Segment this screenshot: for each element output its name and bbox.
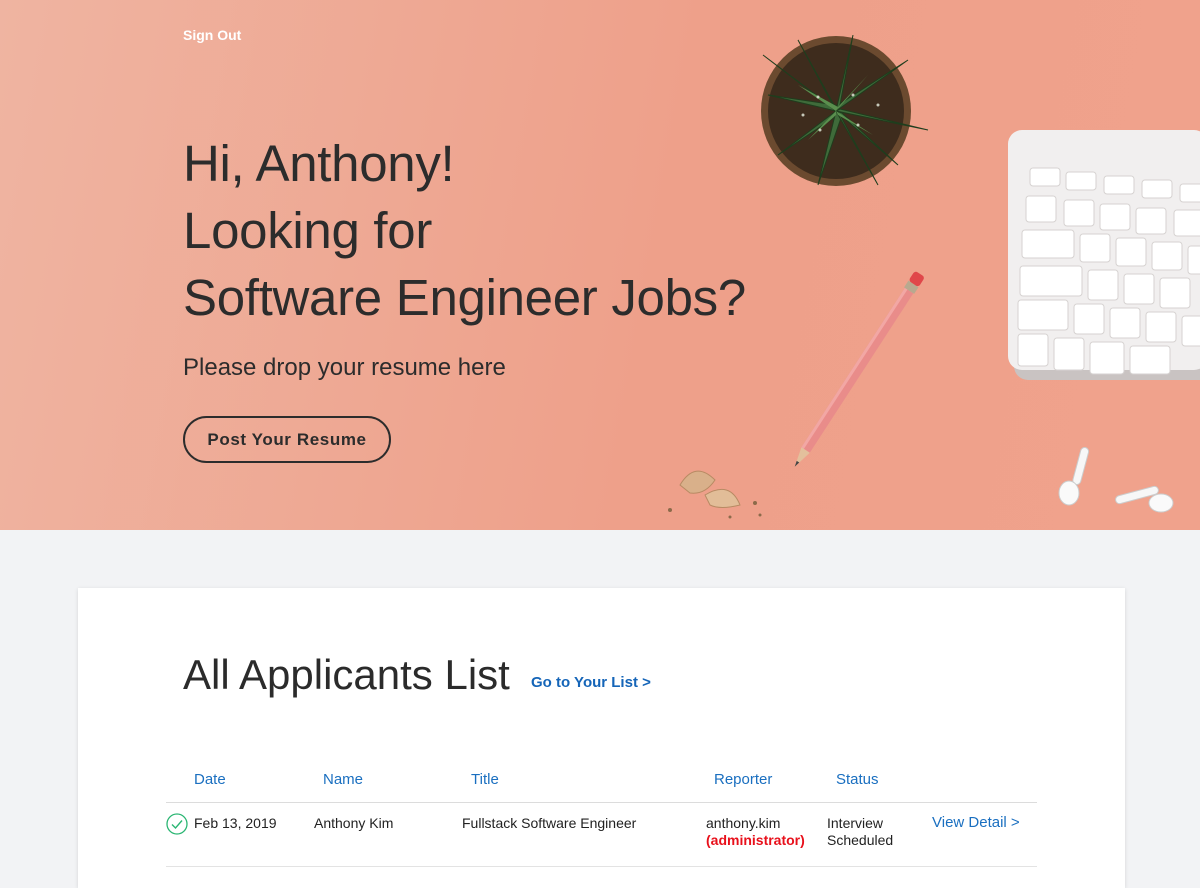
pencil-shavings-image (668, 470, 762, 519)
hero-banner: Sign Out Hi, Anthony! Looking for Softwa… (0, 0, 1200, 530)
pencil-image (794, 271, 924, 467)
go-to-your-list-link[interactable]: Go to Your List > (531, 674, 651, 691)
check-circle-icon (166, 813, 188, 835)
column-header-reporter[interactable]: Reporter (714, 771, 772, 788)
table-row-divider (166, 866, 1037, 867)
post-resume-button[interactable]: Post Your Resume (183, 416, 391, 463)
status-line-2: Scheduled (827, 832, 894, 848)
cell-reporter: anthony.kim (administrator) (706, 815, 805, 849)
cell-status: Interview Scheduled (827, 815, 893, 849)
cell-date: Feb 13, 2019 (194, 815, 277, 831)
column-header-title[interactable]: Title (471, 771, 499, 788)
sign-out-link[interactable]: Sign Out (183, 27, 241, 43)
airpods-image (1058, 446, 1174, 513)
headline-line-2: Looking for (183, 202, 433, 259)
hero-headline: Hi, Anthony! Looking for Software Engine… (183, 130, 746, 331)
column-header-status[interactable]: Status (836, 771, 879, 788)
column-header-name[interactable]: Name (323, 771, 363, 788)
headline-line-3: Software Engineer Jobs? (183, 269, 746, 326)
column-header-date[interactable]: Date (194, 771, 226, 788)
headline-line-1: Hi, Anthony! (183, 135, 455, 192)
hero-subline: Please drop your resume here (183, 354, 506, 381)
cell-title: Fullstack Software Engineer (462, 815, 637, 831)
keyboard-image (1008, 130, 1200, 380)
status-line-1: Interview (827, 815, 884, 831)
succulent-plant-image (761, 35, 929, 186)
applicants-list-title: All Applicants List (183, 651, 510, 698)
table-row: Feb 13, 2019 Anthony Kim Fullstack Softw… (166, 813, 1037, 865)
table-header-divider (166, 802, 1037, 803)
view-detail-link[interactable]: View Detail > (932, 814, 1020, 831)
cell-name: Anthony Kim (314, 815, 394, 831)
reporter-username: anthony.kim (706, 815, 781, 831)
applicants-card: All Applicants List Go to Your List > Da… (78, 588, 1125, 888)
reporter-role-badge: (administrator) (706, 832, 805, 848)
